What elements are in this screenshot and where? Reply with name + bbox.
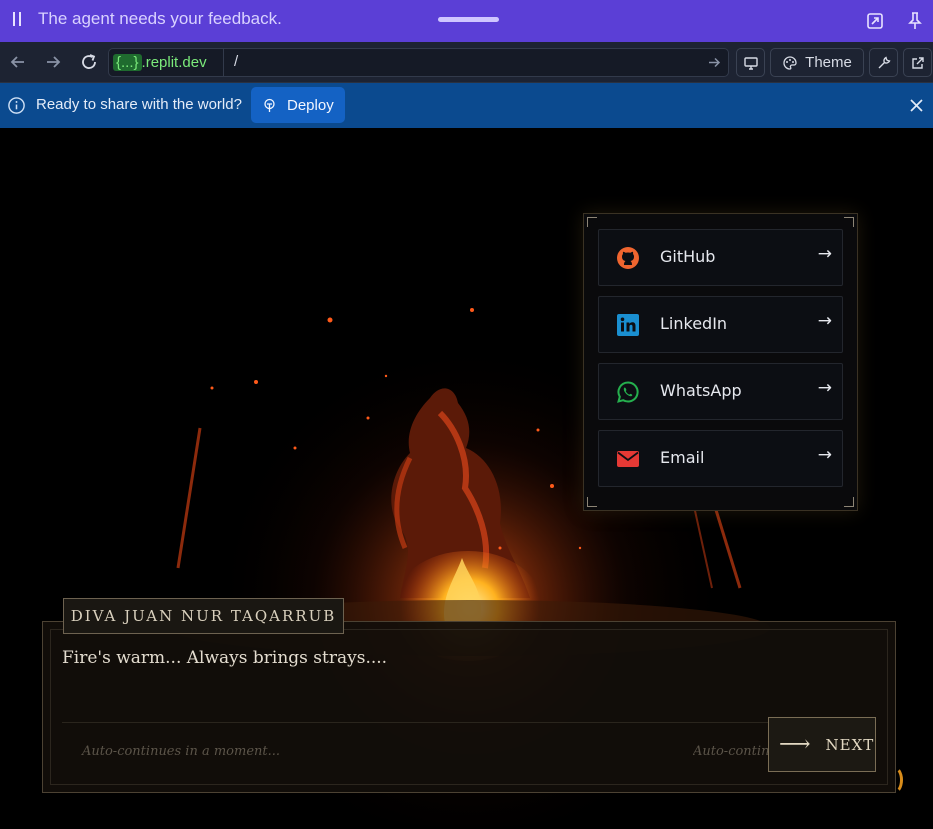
deploy-prompt: Ready to share with the world? <box>36 96 242 113</box>
arrow-right-icon: ⟶ <box>779 732 812 757</box>
wrench-icon <box>878 56 890 68</box>
link-linkedin[interactable]: LinkedIn → <box>598 296 843 353</box>
deploy-label: Deploy <box>287 96 334 114</box>
link-whatsapp[interactable]: WhatsApp → <box>598 363 843 420</box>
link-github[interactable]: GitHub → <box>598 229 843 286</box>
url-bar[interactable]: {...} .replit.dev / <box>108 48 729 77</box>
go-icon[interactable] <box>707 55 722 70</box>
link-label: GitHub <box>660 247 716 266</box>
device-preview-button[interactable] <box>736 48 765 77</box>
deploy-button[interactable]: Deploy <box>251 87 345 123</box>
theme-label: Theme <box>805 54 852 71</box>
auto-continue-hint: Auto-continues in a moment... <box>82 744 281 759</box>
tools-button[interactable] <box>869 48 898 77</box>
grab-handle[interactable] <box>438 17 499 22</box>
speaker-nameplate: DIVA JUAN NUR TAQARRUB <box>63 598 344 634</box>
url-host-prefix: {...} <box>113 54 142 71</box>
github-icon <box>617 247 639 269</box>
frame-corner <box>844 497 854 507</box>
browser-toolbar: {...} .replit.dev / Theme <box>0 42 933 83</box>
link-label: WhatsApp <box>660 381 742 400</box>
reload-icon[interactable] <box>79 52 99 72</box>
linkedin-icon <box>617 314 639 336</box>
theme-button[interactable]: Theme <box>770 48 864 77</box>
device-icon <box>743 56 758 70</box>
close-icon[interactable] <box>908 97 925 114</box>
arrow-right-icon: → <box>817 378 832 398</box>
url-host: {...} .replit.dev <box>113 52 207 73</box>
loading-spinner-icon <box>885 766 903 794</box>
url-separator <box>223 49 224 76</box>
whatsapp-icon <box>617 381 639 403</box>
deploy-banner: Ready to share with the world? Deploy <box>0 83 933 128</box>
forward-icon[interactable] <box>43 52 63 72</box>
next-button[interactable]: ⟶ NEXT <box>768 717 876 772</box>
info-icon <box>8 97 25 114</box>
dialogue-line: Fire's warm... Always brings strays.... <box>62 648 388 668</box>
dialogue-divider <box>62 722 842 723</box>
social-links-panel: GitHub → LinkedIn → WhatsApp → Email → <box>583 213 858 511</box>
open-new-tab-button[interactable] <box>903 48 932 77</box>
link-label: LinkedIn <box>660 314 728 333</box>
deploy-icon <box>264 98 275 112</box>
agent-message: The agent needs your feedback. <box>38 9 282 28</box>
external-link-icon <box>911 56 924 69</box>
pause-icon[interactable] <box>11 12 25 28</box>
next-label: NEXT <box>825 735 875 754</box>
link-email[interactable]: Email → <box>598 430 843 487</box>
arrow-right-icon: → <box>817 311 832 331</box>
link-label: Email <box>660 448 705 467</box>
email-icon <box>617 451 639 467</box>
frame-corner <box>587 217 597 227</box>
palette-icon <box>783 55 797 70</box>
back-icon[interactable] <box>8 52 28 72</box>
frame-corner <box>587 497 597 507</box>
arrow-right-icon: → <box>817 445 832 465</box>
collapse-icon[interactable] <box>865 11 885 31</box>
auto-continue-hint-right: Auto-continues in a moment... <box>693 744 769 759</box>
url-host-domain: .replit.dev <box>141 54 207 71</box>
agent-feedback-bar: The agent needs your feedback. <box>0 0 933 42</box>
arrow-right-icon: → <box>817 244 832 264</box>
frame-corner <box>844 217 854 227</box>
url-path[interactable]: / <box>234 53 238 70</box>
pin-icon[interactable] <box>905 11 925 31</box>
